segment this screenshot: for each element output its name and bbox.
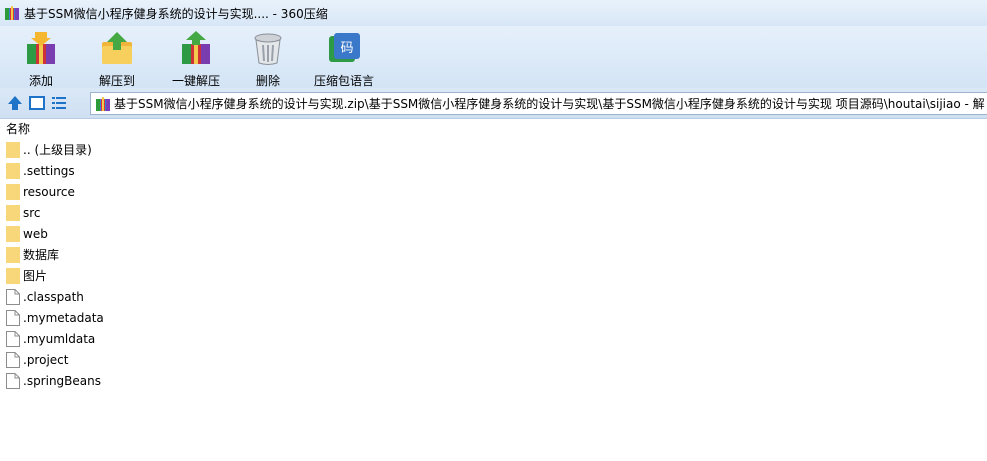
trash-icon [250,30,286,66]
folder-icon [6,246,20,263]
file-name: .settings [23,163,75,178]
delete-label: 删除 [255,74,280,88]
file-icon [6,288,20,305]
add-label: 添加 [28,74,53,88]
list-item[interactable]: .myumldata [0,328,987,349]
file-icon [6,330,20,347]
icon-view-icon[interactable] [28,94,46,112]
svg-text:码: 码 [340,41,353,56]
extract-to-icon [99,30,135,66]
archive-language-label: 压缩包语言 [313,74,374,88]
file-name: .. (上级目录) [23,143,92,157]
list-item[interactable]: src [0,202,987,223]
list-item[interactable]: .settings [0,160,987,181]
archive-language-icon: 码 [326,30,362,66]
column-header-name[interactable]: 名称 [0,119,987,138]
file-name: 数据库 [23,248,60,262]
file-list: .. (上级目录) .settings resource src web 数据库… [0,139,987,391]
toolbar: 添加 解压到 一键解压 删除 码 压缩包语言 [0,26,987,88]
up-arrow-icon[interactable] [6,94,24,112]
file-name: .mymetadata [23,310,104,325]
file-name: web [23,226,48,241]
folder-icon [6,225,20,242]
file-name: resource [23,184,75,199]
add-button[interactable]: 添加 [20,26,62,88]
file-icon [6,351,20,368]
file-name: .classpath [23,289,84,304]
one-click-extract-icon [178,30,214,66]
archive-path-icon [95,96,111,112]
archive-app-icon [4,5,20,21]
list-item[interactable]: .project [0,349,987,370]
folder-icon [6,267,20,284]
extract-to-label: 解压到 [98,74,135,88]
file-icon [6,372,20,389]
delete-button[interactable]: 删除 [250,26,286,88]
file-name: .springBeans [23,373,101,388]
list-item[interactable]: 数据库 [0,244,987,265]
add-archive-icon [23,30,59,66]
address-bar: 基于SSM微信小程序健身系统的设计与实现.zip\基于SSM微信小程序健身系统的… [0,88,987,119]
list-item[interactable]: 图片 [0,265,987,286]
folder-icon [6,183,20,200]
one-click-extract-button[interactable]: 一键解压 [168,26,224,88]
list-item[interactable]: .classpath [0,286,987,307]
file-name: src [23,205,41,220]
file-name: .myumldata [23,331,96,346]
archive-language-button[interactable]: 码 压缩包语言 [312,26,376,88]
path-field[interactable]: 基于SSM微信小程序健身系统的设计与实现.zip\基于SSM微信小程序健身系统的… [90,92,987,115]
title-bar: 基于SSM微信小程序健身系统的设计与实现.... - 360压缩 [0,0,987,26]
folder-icon [6,141,20,158]
list-item[interactable]: .springBeans [0,370,987,391]
folder-icon [6,162,20,179]
extract-to-button[interactable]: 解压到 [96,26,138,88]
file-name: 图片 [23,269,48,283]
list-item[interactable]: .. (上级目录) [0,139,987,160]
path-text: 基于SSM微信小程序健身系统的设计与实现.zip\基于SSM微信小程序健身系统的… [114,97,985,111]
window-title: 基于SSM微信小程序健身系统的设计与实现.... - 360压缩 [24,6,328,21]
list-item[interactable]: .mymetadata [0,307,987,328]
list-item[interactable]: resource [0,181,987,202]
column-header-label: 名称 [6,122,31,136]
list-view-icon[interactable] [50,94,68,112]
list-item[interactable]: web [0,223,987,244]
file-icon [6,309,20,326]
folder-icon [6,204,20,221]
file-name: .project [23,352,69,367]
one-click-extract-label: 一键解压 [171,74,220,88]
